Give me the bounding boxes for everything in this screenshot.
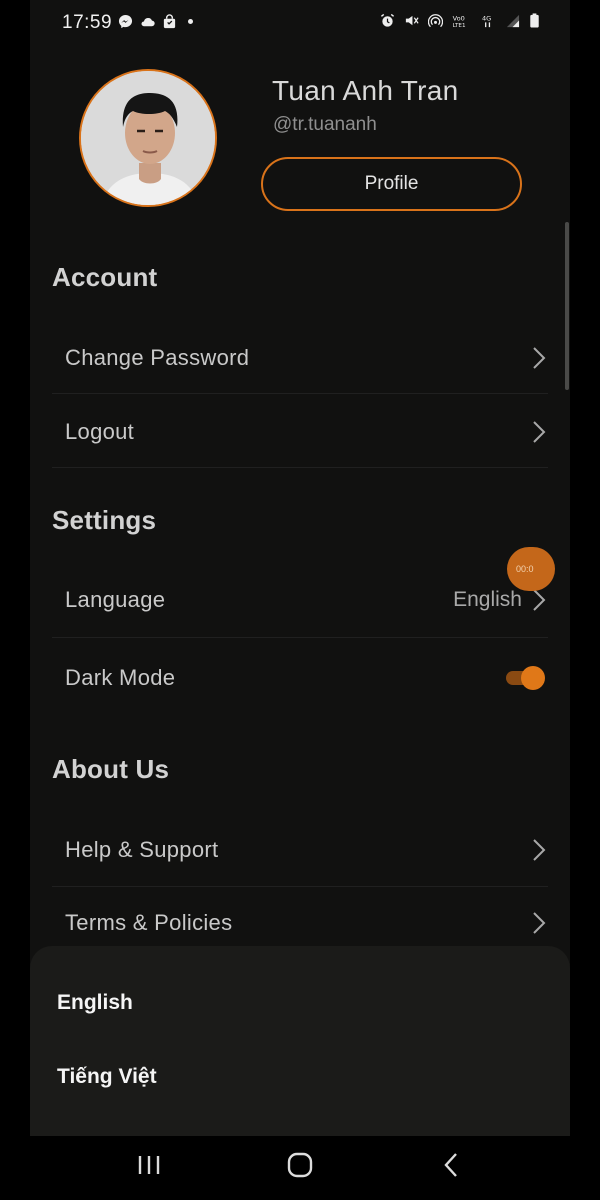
chevron-right-icon [533, 421, 546, 443]
back-button[interactable] [431, 1150, 471, 1180]
divider [52, 393, 548, 394]
back-icon [444, 1153, 457, 1177]
language-option-vietnamese[interactable]: Tiếng Việt [57, 1052, 537, 1102]
signal-icon [506, 14, 520, 28]
cloud-icon [141, 17, 155, 27]
language-label: Language [65, 587, 166, 612]
svg-text:4G: 4G [482, 15, 491, 23]
status-time: 17:59 [62, 12, 113, 33]
recent-apps-button[interactable] [129, 1150, 169, 1180]
dark-mode-toggle[interactable] [504, 666, 546, 690]
chevron-right-icon [533, 912, 546, 934]
language-value: English [453, 588, 522, 611]
shopping-bag-icon [163, 14, 176, 29]
divider [52, 467, 548, 468]
help-support-label: Help & Support [65, 837, 219, 862]
language-bottom-sheet: English Tiếng Việt [30, 946, 570, 1136]
system-nav-bar [30, 1136, 570, 1200]
mute-icon [405, 15, 419, 26]
dark-mode-label: Dark Mode [65, 665, 176, 690]
messenger-icon [118, 14, 133, 29]
toggle-knob [521, 666, 545, 690]
section-title-account: Account [52, 262, 158, 292]
profile-button[interactable]: Profile [261, 157, 522, 211]
logout-label: Logout [65, 419, 135, 444]
chevron-right-icon [533, 347, 546, 369]
scrollbar[interactable] [565, 222, 569, 390]
hotspot-icon [428, 14, 443, 28]
network-4g-icon: 4G [482, 15, 491, 28]
svg-text:Vo0: Vo0 [453, 15, 465, 23]
avatar-photo [81, 71, 215, 205]
user-name: Tuan Anh Tran [272, 75, 459, 106]
floating-timer-bubble[interactable]: 00:0 [507, 547, 555, 591]
dark-mode-row: Dark Mode [52, 642, 548, 714]
language-option-english[interactable]: English [57, 978, 537, 1028]
terms-policies-label: Terms & Policies [65, 910, 233, 935]
status-bar: 17:59 Vo0 LTE1 4G [30, 0, 570, 46]
logout-row[interactable]: Logout [52, 396, 548, 468]
alarm-icon [380, 13, 395, 27]
chevron-right-icon [533, 589, 546, 611]
battery-icon [530, 13, 539, 28]
divider [52, 637, 548, 638]
home-button[interactable] [280, 1150, 320, 1180]
chevron-right-icon [533, 839, 546, 861]
phone-screen: 17:59 Vo0 LTE1 4G Tuan Anh Tran @tr.tuan… [30, 0, 570, 1200]
avatar[interactable] [79, 69, 217, 207]
language-row[interactable]: Language English [52, 564, 548, 636]
recent-apps-icon [138, 1156, 160, 1174]
volte-icon: Vo0LTE1 [453, 15, 466, 29]
notification-dot-icon [188, 19, 193, 24]
svg-text:LTE1: LTE1 [453, 23, 466, 28]
user-handle: @tr.tuananh [273, 114, 377, 135]
change-password-label: Change Password [65, 345, 250, 370]
change-password-row[interactable]: Change Password [52, 322, 548, 394]
section-title-about-us: About Us [52, 754, 170, 784]
help-support-row[interactable]: Help & Support [52, 814, 548, 886]
section-title-settings: Settings [52, 505, 157, 535]
home-icon [287, 1152, 313, 1178]
